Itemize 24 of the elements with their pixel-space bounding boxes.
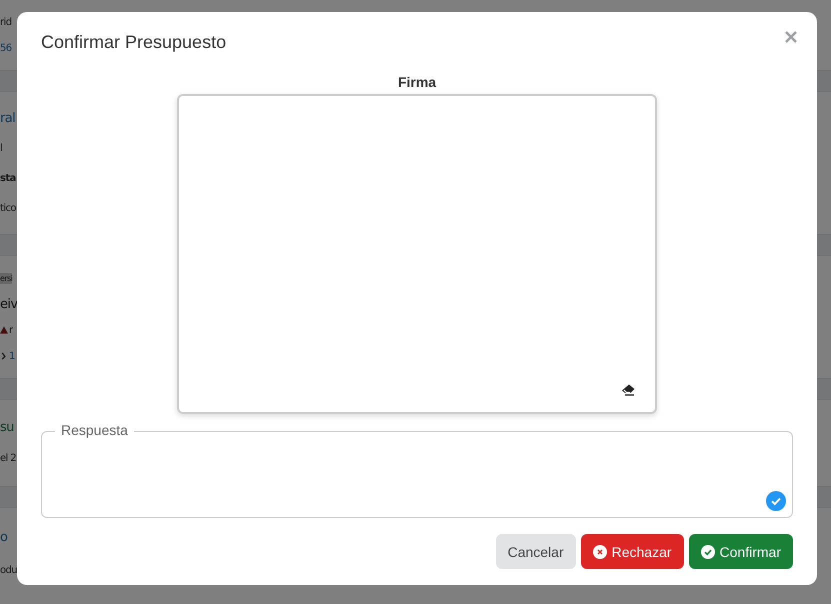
reject-button[interactable]: Rechazar xyxy=(580,534,684,569)
field-label: Firma xyxy=(398,74,436,92)
link-fragment[interactable]: 1 xyxy=(9,350,15,362)
cancel-button[interactable]: Cancelar xyxy=(496,534,576,569)
text-fragment: l xyxy=(0,142,2,154)
check-circle-icon xyxy=(700,544,715,558)
badge: ersi xyxy=(0,272,12,284)
text-fragment: tico xyxy=(0,202,16,214)
title-fragment: eiv xyxy=(0,296,18,312)
x-circle-icon xyxy=(592,544,607,558)
warning-icon xyxy=(0,326,8,334)
title-fragment: o xyxy=(0,530,8,545)
field-label: Respuesta xyxy=(55,422,134,438)
eraser-icon[interactable] xyxy=(621,384,635,396)
text-fragment: odu xyxy=(0,565,18,576)
text-fragment: r xyxy=(9,324,13,336)
modal-title: Confirmar Presupuesto xyxy=(41,32,226,52)
text-fragment: el 2 xyxy=(0,453,16,464)
link-fragment[interactable]: 56 xyxy=(0,42,12,54)
title-fragment: su xyxy=(0,420,14,435)
title-fragment: ral xyxy=(0,110,16,126)
text-fragment: rid xyxy=(0,16,12,28)
text-fragment: sta xyxy=(0,172,16,184)
confirm-button[interactable]: Confirmar xyxy=(688,534,793,569)
